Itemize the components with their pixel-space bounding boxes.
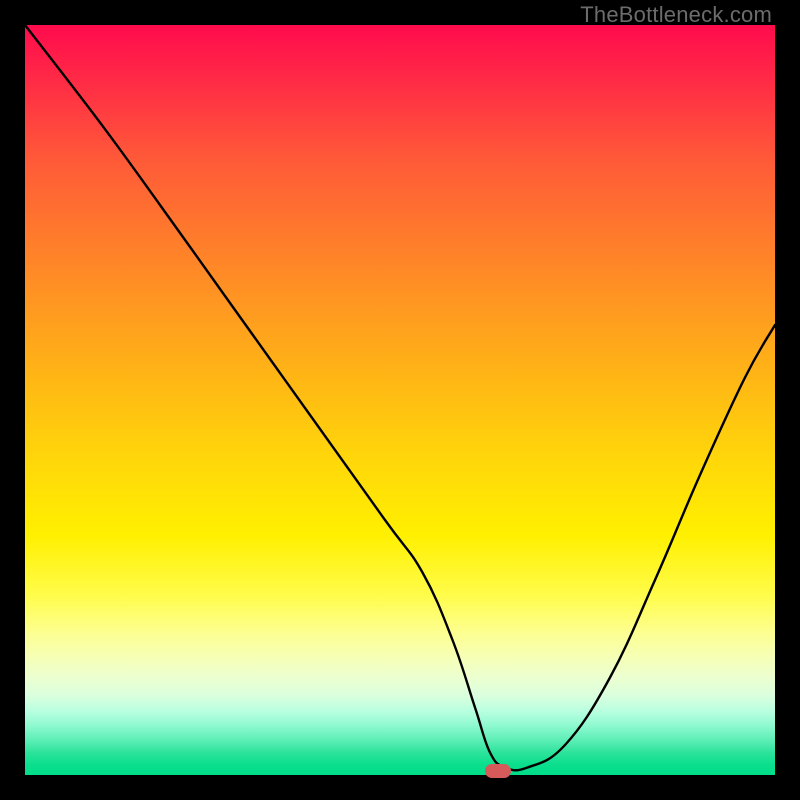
bottleneck-curve bbox=[25, 25, 775, 770]
optimal-marker bbox=[485, 764, 511, 778]
curve-svg bbox=[25, 25, 775, 775]
chart-container: TheBottleneck.com bbox=[0, 0, 800, 800]
plot-area bbox=[25, 25, 775, 775]
